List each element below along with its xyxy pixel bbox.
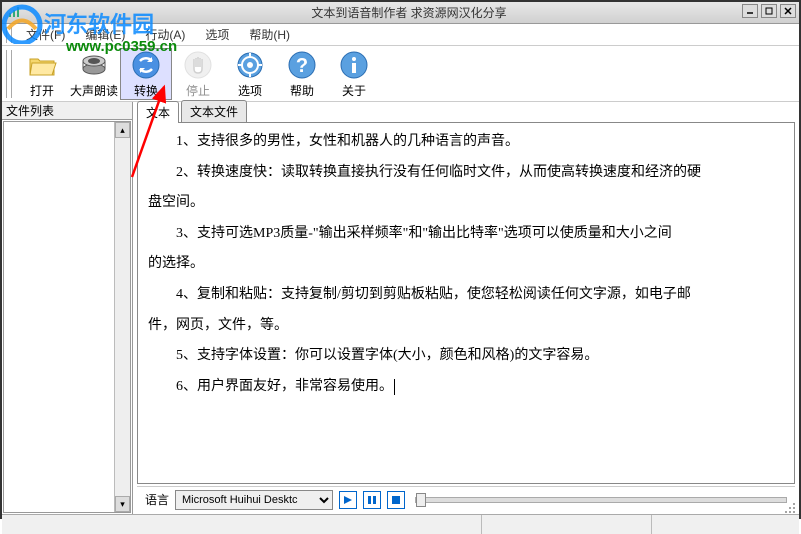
content-area: 文本 文本文件 1、支持很多的男性，女性和机器人的几种语言的声音。 2、转换速度… (133, 102, 799, 514)
scroll-up-icon[interactable]: ▴ (115, 122, 130, 138)
text-line: 2、转换速度快：读取转换直接执行没有任何临时文件，从而使高转换速度和经济的硬 (148, 160, 784, 187)
playback-bar: 语言 Microsoft Huihui Desktc (137, 486, 795, 512)
help-label: 帮助 (290, 82, 314, 99)
options-label: 选项 (238, 82, 262, 99)
status-segment (2, 515, 482, 534)
text-line: 6、用户界面友好，非常容易使用。 (148, 374, 784, 401)
title-bar: 文本到语音制作者 求资源网汉化分享 (2, 2, 799, 24)
close-button[interactable] (780, 4, 796, 18)
toolbar-grip[interactable] (6, 50, 12, 98)
about-label: 关于 (342, 82, 366, 99)
toolbar: 打开 大声朗读 转换 停止 选项 ? 帮助 关于 (2, 46, 799, 102)
text-editor[interactable]: 1、支持很多的男性，女性和机器人的几种语言的声音。 2、转换速度快：读取转换直接… (137, 122, 795, 484)
progress-handle[interactable] (416, 493, 426, 507)
stop-button: 停止 (172, 48, 224, 100)
pause-icon (367, 495, 377, 505)
sidebar: 文件列表 ▴ ▾ (2, 102, 133, 514)
menu-edit[interactable]: 编辑(E) (75, 23, 135, 46)
media-stop-button[interactable] (387, 491, 405, 509)
status-segment (482, 515, 652, 534)
sidebar-scrollbar[interactable]: ▴ ▾ (114, 122, 130, 512)
menu-action[interactable]: 行动(A) (135, 23, 195, 46)
play-button[interactable] (339, 491, 357, 509)
text-line: 盘空间。 (148, 190, 784, 217)
tab-text[interactable]: 文本 (137, 101, 179, 123)
voice-select[interactable]: Microsoft Huihui Desktc (175, 490, 333, 510)
file-list[interactable]: ▴ ▾ (3, 121, 131, 513)
text-line: 3、支持可选MP3质量-"输出采样频率"和"输出比特率"选项可以使质量和大小之间 (148, 221, 784, 248)
open-label: 打开 (30, 82, 54, 99)
text-line: 4、复制和粘贴：支持复制/剪切到剪贴板粘贴，使您轻松阅读任何文字源，如电子邮 (148, 282, 784, 309)
read-aloud-button[interactable]: 大声朗读 (68, 48, 120, 100)
read-aloud-label: 大声朗读 (70, 82, 118, 99)
open-button[interactable]: 打开 (16, 48, 68, 100)
svg-text:?: ? (296, 55, 308, 77)
convert-label: 转换 (134, 82, 158, 99)
gear-icon (234, 49, 266, 81)
menu-bar: 文件(F) 编辑(E) 行动(A) 选项 帮助(H) (2, 24, 799, 46)
text-caret (394, 379, 395, 395)
menu-grip[interactable] (6, 27, 12, 43)
convert-icon (130, 49, 162, 81)
menu-file[interactable]: 文件(F) (16, 23, 75, 46)
info-icon (338, 49, 370, 81)
text-line: 的选择。 (148, 251, 784, 278)
text-line: 1、支持很多的男性，女性和机器人的几种语言的声音。 (148, 129, 784, 156)
resize-grip-icon[interactable] (783, 501, 797, 515)
help-button[interactable]: ? 帮助 (276, 48, 328, 100)
minimize-button[interactable] (742, 4, 758, 18)
scroll-down-icon[interactable]: ▾ (115, 496, 130, 512)
about-button[interactable]: 关于 (328, 48, 380, 100)
play-icon (343, 495, 353, 505)
text-line: 件，网页，文件，等。 (148, 313, 784, 340)
window-title: 文本到语音制作者 求资源网汉化分享 (25, 4, 793, 21)
stop-icon (391, 495, 401, 505)
progress-slider[interactable] (415, 497, 787, 503)
convert-button[interactable]: 转换 (120, 48, 172, 100)
stop-hand-icon (182, 49, 214, 81)
pause-button[interactable] (363, 491, 381, 509)
language-label: 语言 (145, 491, 169, 508)
stop-label: 停止 (186, 82, 210, 99)
tab-text-file[interactable]: 文本文件 (181, 100, 247, 122)
maximize-button[interactable] (761, 4, 777, 18)
speaker-icon (78, 49, 110, 81)
status-bar (2, 514, 799, 534)
options-button[interactable]: 选项 (224, 48, 276, 100)
sidebar-header: 文件列表 (2, 102, 132, 120)
tabs: 文本 文本文件 (133, 102, 799, 122)
menu-options[interactable]: 选项 (195, 23, 239, 46)
folder-open-icon (26, 49, 58, 81)
app-icon (8, 6, 22, 20)
text-line: 5、支持字体设置：你可以设置字体(大小，颜色和风格)的文字容易。 (148, 343, 784, 370)
menu-help[interactable]: 帮助(H) (239, 23, 300, 46)
help-icon: ? (286, 49, 318, 81)
